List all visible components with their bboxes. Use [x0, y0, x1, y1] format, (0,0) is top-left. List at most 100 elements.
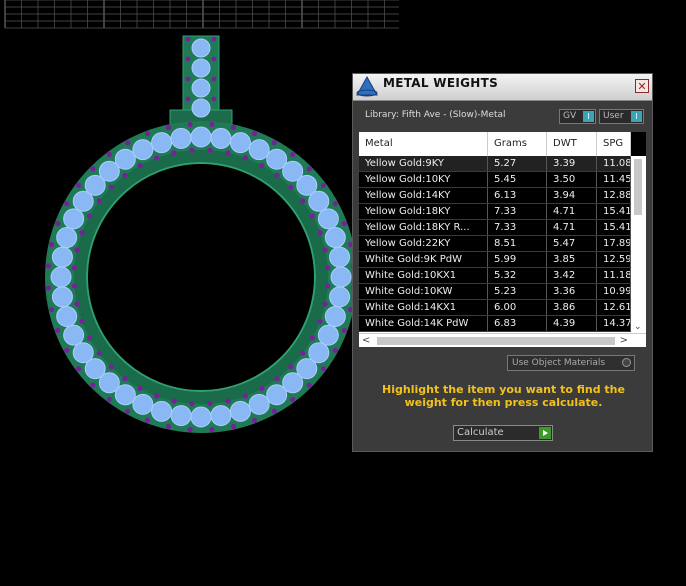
gemstone [56, 305, 78, 327]
prong [64, 201, 70, 207]
column-header-dwt[interactable]: DWT [547, 132, 597, 156]
pendant-bail[interactable] [169, 35, 233, 135]
gemstone [63, 208, 85, 230]
dwt-cell: 3.86 [547, 300, 597, 315]
gemstone [132, 393, 154, 415]
prong [71, 265, 77, 271]
table-row[interactable]: White Gold:9K PdW 5.99 3.85 12.59 [359, 252, 631, 268]
prong [125, 408, 131, 414]
panel-title: METAL WEIGHTS [383, 76, 499, 90]
prong [64, 347, 70, 353]
metal-cell: Yellow Gold:18KY R... [359, 220, 488, 235]
prong [322, 301, 328, 307]
table-row[interactable]: Yellow Gold:14KY 6.13 3.94 12.88 [359, 188, 631, 204]
table-row[interactable]: White Gold:14KX1 6.00 3.86 12.61 [359, 300, 631, 316]
prong [290, 396, 296, 403]
prong [211, 56, 217, 62]
prong [274, 172, 280, 178]
app-logo-icon [356, 75, 378, 97]
gemstone [170, 405, 192, 427]
prong [86, 213, 93, 219]
prong [230, 423, 237, 430]
spg-cell: 12.61 [597, 300, 631, 315]
prong [171, 398, 177, 404]
spg-cell: 15.41 [597, 220, 631, 235]
metal-cell: Yellow Gold:18KY [359, 204, 488, 219]
prong [71, 283, 77, 289]
column-header-spg[interactable]: SPG [597, 132, 631, 156]
metal-cell: Yellow Gold:9KY [359, 156, 488, 171]
user-toggle[interactable]: User I [599, 109, 644, 124]
gemstone [329, 246, 351, 268]
spg-cell: 17.89 [597, 236, 631, 251]
prong [271, 140, 277, 146]
table-row[interactable]: Yellow Gold:10KY 5.45 3.50 11.45 [359, 172, 631, 188]
radio-icon[interactable] [622, 358, 631, 367]
prong [144, 417, 151, 423]
horizontal-scroll-thumb[interactable] [377, 337, 615, 345]
scroll-left-icon[interactable]: < [362, 334, 370, 347]
close-button[interactable]: ✕ [635, 79, 649, 93]
grams-cell: 5.27 [488, 156, 547, 171]
vertical-scroll-thumb[interactable] [634, 159, 642, 215]
prong [209, 121, 215, 127]
table-row[interactable]: Yellow Gold:18KY 7.33 4.71 15.41 [359, 204, 631, 220]
prong [211, 96, 217, 102]
grams-cell: 5.23 [488, 284, 547, 299]
table-row[interactable]: White Gold:10KX1 5.32 3.42 11.18 [359, 268, 631, 284]
horizontal-scrollbar[interactable]: < > [359, 333, 646, 347]
prong [86, 335, 93, 341]
grams-cell: 6.13 [488, 188, 547, 203]
pendant-ring[interactable] [45, 121, 352, 433]
metal-cell: White Gold:9K PdW [359, 252, 488, 267]
viewport-3d[interactable] [0, 30, 352, 460]
prong [187, 427, 193, 433]
table-row[interactable]: Yellow Gold:18KY R... 7.33 4.71 15.41 [359, 220, 631, 236]
prong [144, 131, 151, 137]
prong [171, 150, 177, 156]
scroll-down-icon[interactable]: ⌄ [634, 322, 642, 332]
gv-toggle-label: GV [563, 111, 577, 121]
prong [274, 376, 280, 382]
toggle-icon: I [631, 111, 642, 122]
grams-cell: 7.33 [488, 220, 547, 235]
use-object-materials-option[interactable]: Use Object Materials [507, 355, 635, 371]
table-row[interactable]: Yellow Gold:22KY 8.51 5.47 17.89 [359, 236, 631, 252]
gemstone [210, 127, 232, 149]
table-row[interactable]: White Gold:14K PdW 6.83 4.39 14.37 [359, 316, 631, 332]
prong [242, 155, 248, 161]
table-row[interactable]: White Gold:10KW 5.23 3.36 10.99 [359, 284, 631, 300]
grams-cell: 5.99 [488, 252, 547, 267]
gemstone [191, 78, 211, 98]
prong [325, 283, 331, 289]
prong [242, 393, 248, 399]
prong [320, 182, 327, 188]
prong [106, 151, 112, 158]
prong [79, 318, 85, 324]
vertical-scrollbar[interactable]: ⌄ [631, 156, 646, 333]
prong [122, 376, 128, 382]
gemstone [329, 286, 351, 308]
gv-toggle[interactable]: GV I [559, 109, 596, 124]
spg-cell: 12.88 [597, 188, 631, 203]
panel-titlebar[interactable]: METAL WEIGHTS ✕ [353, 74, 652, 101]
instruction-text: Highlight the item you want to find the … [382, 383, 625, 409]
prong [189, 147, 195, 153]
prong [207, 401, 213, 407]
gemstone [229, 400, 251, 422]
dwt-cell: 5.47 [547, 236, 597, 251]
dwt-cell: 3.50 [547, 172, 597, 187]
prong [75, 182, 82, 188]
use-object-materials-label: Use Object Materials [512, 358, 606, 368]
gemstone [190, 126, 212, 148]
metal-weights-panel: METAL WEIGHTS ✕ Library: Fifth Ave - (Sl… [352, 73, 653, 452]
calculate-button[interactable]: Calculate [453, 425, 553, 441]
prong [309, 335, 316, 341]
metal-cell: White Gold:10KW [359, 284, 488, 299]
column-header-metal[interactable]: Metal [359, 132, 488, 156]
gemstone [229, 132, 251, 154]
scroll-right-icon[interactable]: > [620, 334, 628, 347]
prong [320, 366, 327, 372]
column-header-grams[interactable]: Grams [488, 132, 547, 156]
table-row[interactable]: Yellow Gold:9KY 5.27 3.39 11.08 [359, 156, 631, 172]
